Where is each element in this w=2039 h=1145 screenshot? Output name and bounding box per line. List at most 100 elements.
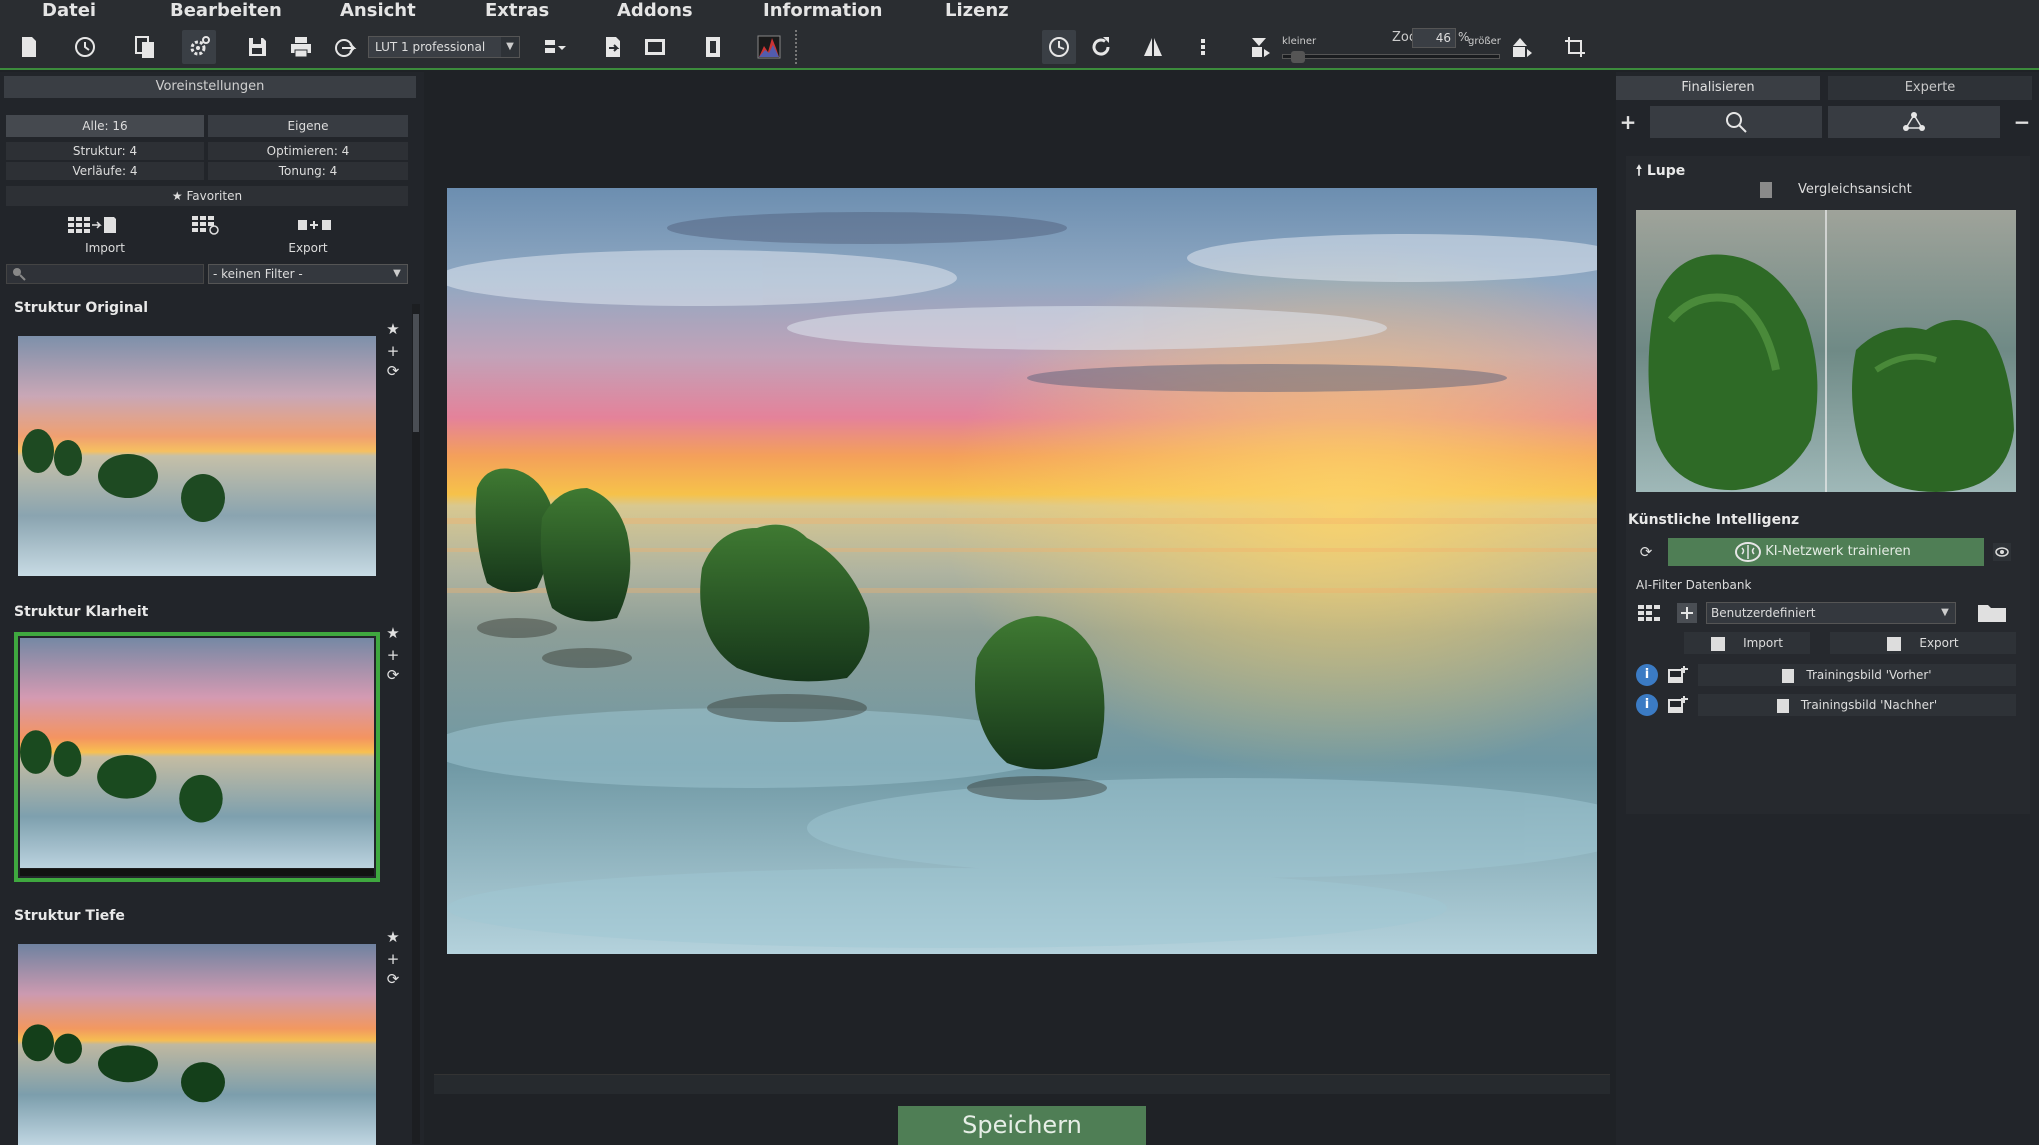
favorite-star-icon[interactable]: ★ [384, 928, 402, 946]
favorite-star-icon[interactable]: ★ [384, 320, 402, 338]
menu-lizenz[interactable]: Lizenz [945, 0, 1009, 22]
history-icon [75, 37, 95, 57]
lut-select[interactable]: LUT 1 professional ▼ [368, 36, 520, 58]
preset-thumbnail-struktur-original[interactable] [18, 336, 376, 576]
save-disk-button[interactable] [240, 30, 274, 64]
tab-finalisieren[interactable]: Finalisieren [1616, 76, 1820, 100]
settings-button[interactable] [182, 30, 216, 64]
zoom-out-icon [1252, 38, 1270, 57]
zoom-slider-thumb[interactable] [1291, 51, 1306, 63]
more-options-button[interactable] [1186, 30, 1220, 64]
print-button[interactable] [284, 30, 318, 64]
chevron-down-icon: ▼ [1941, 607, 1949, 618]
screen-icon [645, 39, 665, 55]
ai-filter-database-select[interactable]: Benutzerdefiniert ▼ [1706, 602, 1956, 624]
apply-preset-icon[interactable]: ⟳ [384, 362, 402, 380]
zoom-in-button[interactable] [1504, 30, 1538, 64]
image-add-icon[interactable] [1666, 664, 1688, 686]
toolbar-separator [795, 30, 797, 64]
category-verlaeufe[interactable]: Verläufe: 4 [6, 162, 204, 180]
export-document-icon [1887, 636, 1902, 651]
menu-addons[interactable]: Addons [617, 0, 693, 22]
redo-button[interactable] [1084, 30, 1118, 64]
preset-thumbnail-struktur-klarheit[interactable] [14, 632, 380, 882]
layer-options-button[interactable] [538, 30, 572, 64]
preset-grid-icon[interactable] [192, 214, 222, 236]
refresh-icon[interactable]: ⟳ [1636, 542, 1656, 562]
zoom-slider[interactable] [1282, 51, 1500, 63]
compare-timer-button[interactable] [1042, 30, 1076, 64]
tab-experte[interactable]: Experte [1828, 76, 2032, 100]
export-document-button[interactable] [596, 30, 630, 64]
ai-export-button[interactable]: Export [1830, 632, 2016, 654]
compare-view-label: Vergleichsansicht [1798, 182, 1912, 197]
menu-bearbeiten[interactable]: Bearbeiten [170, 0, 282, 22]
document-icon [1776, 698, 1789, 713]
rotate-right-icon [1092, 37, 1110, 56]
history-button[interactable] [68, 30, 102, 64]
add-database-icon[interactable] [1676, 602, 1698, 624]
share-button[interactable] [328, 30, 362, 64]
import-document-icon [1711, 636, 1726, 651]
menu-extras[interactable]: Extras [485, 0, 549, 22]
apply-preset-icon[interactable]: ⟳ [384, 666, 402, 684]
add-icon[interactable]: + [384, 950, 402, 968]
import-presets-icon[interactable] [68, 214, 128, 236]
preset-thumbnail-struktur-tiefe[interactable] [18, 944, 376, 1145]
presets-header: Voreinstellungen [4, 76, 416, 98]
add-icon[interactable]: + [384, 646, 402, 664]
favorites-button[interactable]: ★ Favoriten [6, 186, 408, 206]
vertical-dots-icon [1201, 39, 1205, 55]
batch-button[interactable] [128, 30, 162, 64]
database-grid-icon[interactable] [1638, 602, 1662, 626]
brain-icon [1735, 542, 1761, 562]
ai-import-button[interactable]: Import [1684, 632, 1810, 654]
presets-scrollbar-thumb[interactable] [413, 314, 419, 432]
remove-icon[interactable]: − [2012, 110, 2032, 134]
zoom-out-button[interactable] [1244, 30, 1278, 64]
presets-scrollbar[interactable] [412, 304, 420, 1144]
export-presets-icon[interactable] [298, 214, 338, 236]
category-optimieren[interactable]: Optimieren: 4 [208, 142, 408, 160]
training-image-after-button[interactable]: Trainingsbild 'Nachher' [1698, 694, 2016, 716]
menu-information[interactable]: Information [763, 0, 882, 22]
lupe-title[interactable]: 🠕 Lupe [1636, 160, 1685, 184]
training-image-before-button[interactable]: Trainingsbild 'Vorher' [1698, 664, 2016, 686]
mirror-icon [1144, 38, 1162, 56]
filter-select[interactable]: - keinen Filter - ▼ [208, 264, 408, 284]
save-button[interactable]: Speichern [898, 1106, 1146, 1145]
preset-thumbnail-image [18, 944, 376, 1145]
document-info-icon [706, 37, 720, 57]
info-icon[interactable]: i [1636, 664, 1658, 686]
category-struktur[interactable]: Struktur: 4 [6, 142, 204, 160]
crop-button[interactable] [1558, 30, 1592, 64]
train-network-button[interactable]: KI-Netzwerk trainieren [1668, 538, 1984, 566]
new-document-button[interactable] [12, 30, 46, 64]
magnifier-tool-button[interactable] [1650, 106, 1822, 138]
info-icon[interactable]: i [1636, 694, 1658, 716]
share-nodes-tool-button[interactable] [1828, 106, 2000, 138]
category-tonung[interactable]: Tonung: 4 [208, 162, 408, 180]
add-icon[interactable]: + [384, 342, 402, 360]
mirror-button[interactable] [1136, 30, 1170, 64]
add-icon[interactable]: + [1618, 110, 1638, 134]
main-image-preview[interactable] [447, 188, 1597, 954]
fullscreen-button[interactable] [638, 30, 672, 64]
preset-search-input[interactable] [6, 264, 204, 284]
tab-own-presets[interactable]: Eigene [208, 115, 408, 137]
export-label[interactable]: Export [208, 239, 408, 257]
favorite-star-icon[interactable]: ★ [384, 624, 402, 642]
compare-view-checkbox[interactable] [1760, 182, 1772, 198]
image-add-icon[interactable] [1666, 694, 1688, 716]
apply-preset-icon[interactable]: ⟳ [384, 970, 402, 988]
menu-datei[interactable]: Datei [42, 0, 96, 22]
tab-all-presets[interactable]: Alle: 16 [6, 115, 204, 137]
folder-icon[interactable] [1976, 600, 2008, 624]
zoom-value-field[interactable]: 46 [1412, 28, 1456, 48]
info-panel-button[interactable] [696, 30, 730, 64]
menu-ansicht[interactable]: Ansicht [340, 0, 416, 22]
histogram-button[interactable] [752, 30, 786, 64]
visibility-icon[interactable] [1992, 542, 2012, 562]
import-label[interactable]: Import [6, 239, 204, 257]
magnifier-view[interactable] [1636, 210, 2016, 492]
